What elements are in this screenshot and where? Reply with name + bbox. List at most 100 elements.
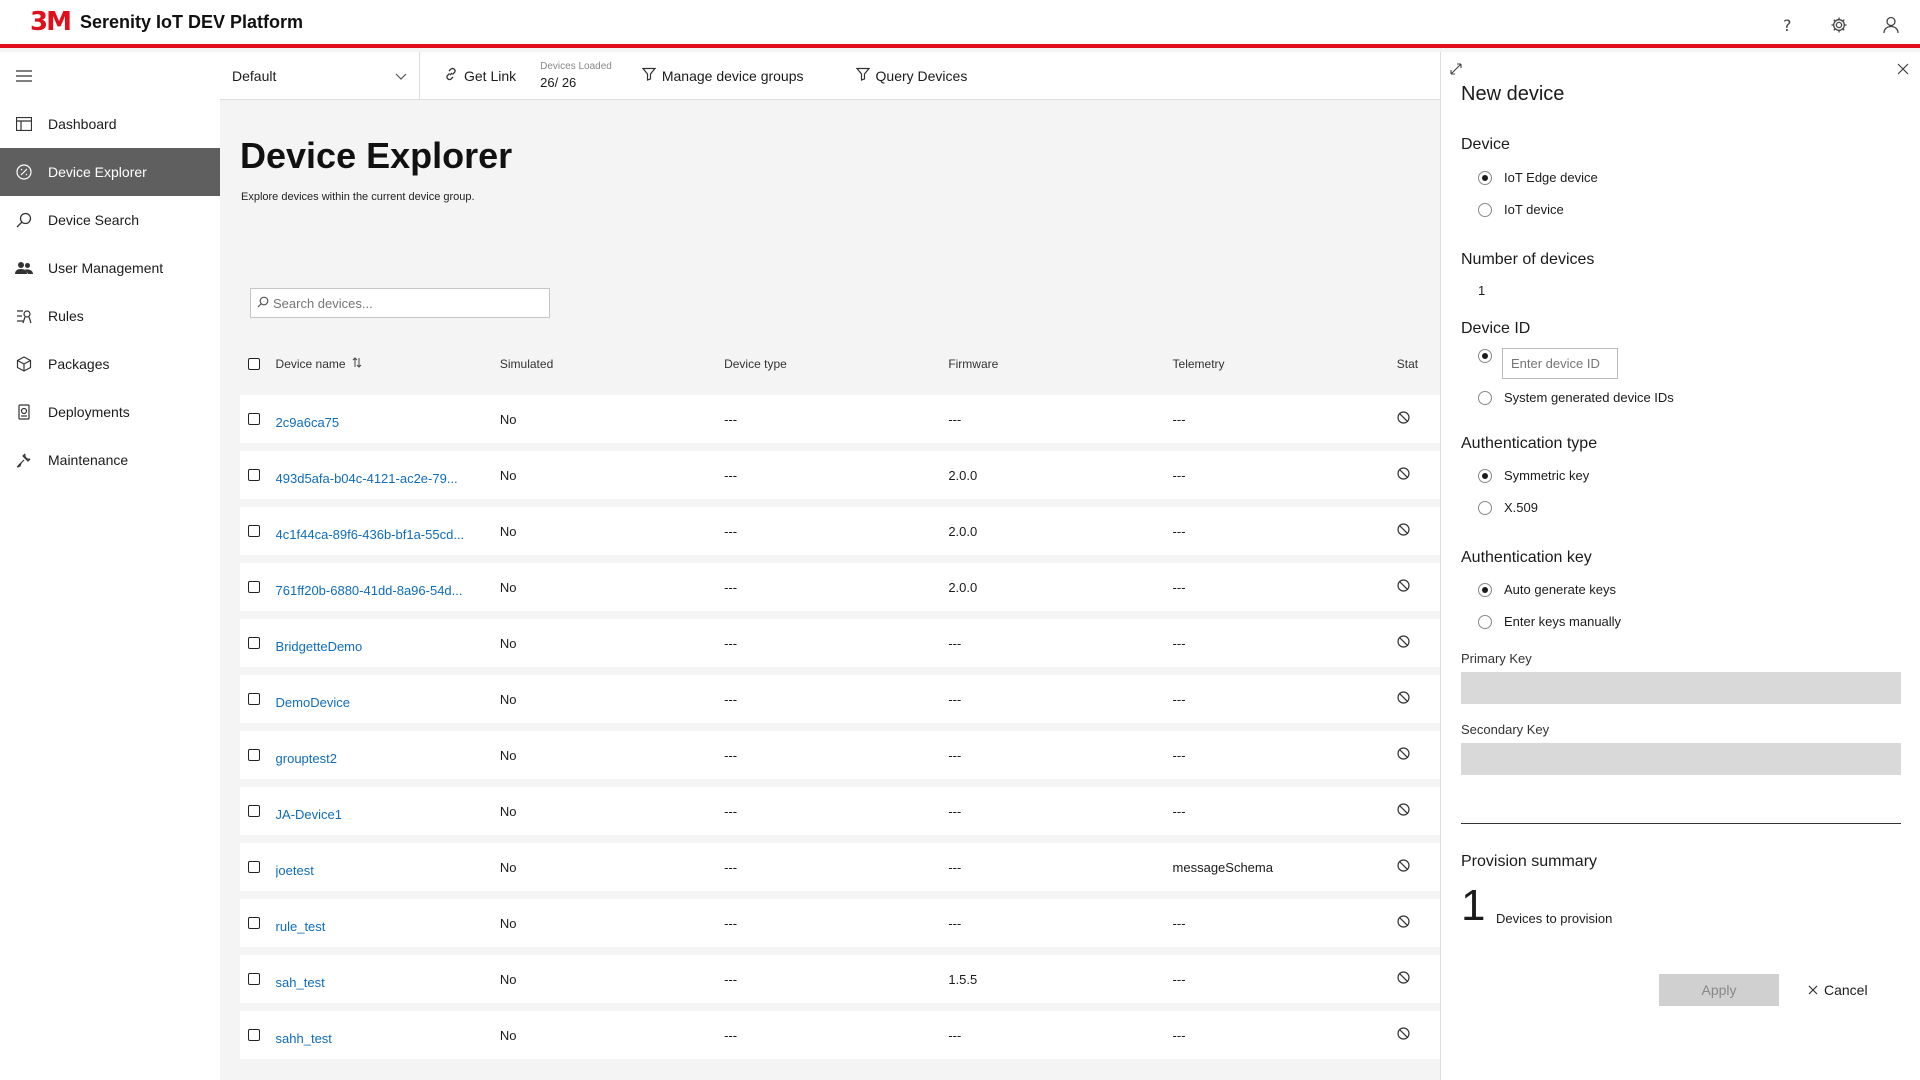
table-row[interactable]: joetest No --- --- messageSchema xyxy=(240,843,1440,891)
nav-item-device-search[interactable]: Device Search xyxy=(0,196,220,244)
device-name-link[interactable]: 4c1f44ca-89f6-436b-bf1a-55cd... xyxy=(276,527,500,542)
query-devices-button[interactable]: Query Devices xyxy=(855,67,967,84)
package-icon xyxy=(14,354,34,374)
row-checkbox[interactable] xyxy=(248,1029,260,1041)
table-row[interactable]: JA-Device1 No --- --- --- xyxy=(240,787,1440,835)
settings-icon[interactable] xyxy=(1824,10,1854,40)
device-section-label: Device xyxy=(1461,136,1510,153)
device-name-link[interactable]: joetest xyxy=(276,863,500,878)
devices-loaded: Devices Loaded 26/ 26 xyxy=(540,61,612,90)
menu-toggle-icon[interactable] xyxy=(0,52,220,100)
table-row[interactable]: 761ff20b-6880-41dd-8a96-54d... No --- 2.0.0… xyxy=(240,563,1440,611)
row-checkbox[interactable] xyxy=(248,861,260,873)
nav-item-dashboard[interactable]: Dashboard xyxy=(0,100,220,148)
app-title: Serenity IoT DEV Platform xyxy=(79,11,304,32)
nav-item-packages[interactable]: Packages xyxy=(0,340,220,388)
chevron-down-icon xyxy=(395,68,407,84)
table-row[interactable]: sah_test No --- 1.5.5 --- xyxy=(240,955,1440,1003)
radio-manual-device-id[interactable] xyxy=(1478,349,1504,363)
column-device-type[interactable]: Device type xyxy=(724,357,948,371)
device-name-link[interactable]: rule_test xyxy=(276,919,500,934)
device-name-link[interactable]: DemoDevice xyxy=(276,695,500,710)
table-row[interactable]: grouptest2 No --- --- --- xyxy=(240,731,1440,779)
apply-button[interactable]: Apply xyxy=(1659,974,1779,1006)
column-simulated[interactable]: Simulated xyxy=(500,357,724,371)
simulated-cell: No xyxy=(499,803,517,819)
device-id-input[interactable] xyxy=(1502,348,1618,379)
device-name-link[interactable]: 493d5afa-b04c-4121-ac2e-79... xyxy=(276,471,500,486)
status-offline-icon xyxy=(1397,915,1410,931)
device-name-link[interactable]: BridgetteDemo xyxy=(276,639,500,654)
device-name-link[interactable]: grouptest2 xyxy=(276,751,500,766)
secondary-key-label: Secondary Key xyxy=(1461,722,1550,737)
nav-item-maintenance[interactable]: Maintenance xyxy=(0,436,220,484)
manage-device-groups-button[interactable]: Manage device groups xyxy=(641,67,804,84)
telemetry-cell: --- xyxy=(1172,635,1186,651)
row-checkbox[interactable] xyxy=(248,637,260,649)
nav-item-rules[interactable]: Rules xyxy=(0,292,220,340)
radio-system-generated-ids[interactable]: System generated device IDs xyxy=(1478,390,1674,405)
search-input[interactable] xyxy=(273,295,543,311)
devices-loaded-value: 26/ 26 xyxy=(540,75,577,90)
radio-symmetric-key[interactable]: Symmetric key xyxy=(1478,468,1589,483)
help-icon[interactable]: ? xyxy=(1772,10,1802,40)
firmware-cell: --- xyxy=(948,747,962,763)
table-row[interactable]: sahh_test No --- --- --- xyxy=(240,1011,1440,1059)
device-type-cell: --- xyxy=(724,971,738,987)
table-row[interactable]: rule_test No --- --- --- xyxy=(240,899,1440,947)
get-link-button[interactable]: Get Link xyxy=(444,67,516,84)
device-type-cell: --- xyxy=(724,915,738,931)
simulated-cell: No xyxy=(499,691,517,707)
nav-label: User Management xyxy=(48,260,164,276)
radio-iot-device[interactable]: IoT device xyxy=(1478,202,1564,217)
column-telemetry[interactable]: Telemetry xyxy=(1173,357,1397,371)
firmware-cell: 1.5.5 xyxy=(948,971,978,987)
table-row[interactable]: 2c9a6ca75 No --- --- --- xyxy=(240,395,1440,443)
number-of-devices-input[interactable]: 1 xyxy=(1478,283,1485,298)
table-row[interactable]: 493d5afa-b04c-4121-ac2e-79... No --- 2.0.0 -… xyxy=(240,451,1440,499)
user-icon[interactable] xyxy=(1876,10,1906,40)
expand-icon[interactable] xyxy=(1449,62,1463,79)
column-device-name[interactable]: Device name xyxy=(276,357,500,371)
radio-x509[interactable]: X.509 xyxy=(1478,500,1538,515)
device-name-link[interactable]: sahh_test xyxy=(276,1031,500,1046)
page-description: Explore devices within the current devic… xyxy=(241,191,475,203)
row-checkbox[interactable] xyxy=(248,749,260,761)
row-checkbox[interactable] xyxy=(248,525,260,537)
row-checkbox[interactable] xyxy=(248,973,260,985)
table-row[interactable]: 4c1f44ca-89f6-436b-bf1a-55cd... No --- 2.0.… xyxy=(240,507,1440,555)
device-name-link[interactable]: sah_test xyxy=(276,975,500,990)
nav-item-device-explorer[interactable]: Device Explorer xyxy=(0,148,220,196)
device-name-link[interactable]: 2c9a6ca75 xyxy=(276,415,500,430)
column-firmware[interactable]: Firmware xyxy=(948,357,1172,371)
device-group-select[interactable]: Default xyxy=(220,51,420,100)
row-checkbox[interactable] xyxy=(248,917,260,929)
simulated-cell: No xyxy=(499,859,517,875)
select-all-checkbox[interactable] xyxy=(248,358,260,370)
radio-auto-generate-keys[interactable]: Auto generate keys xyxy=(1478,582,1616,597)
device-name-link[interactable]: JA-Device1 xyxy=(276,807,500,822)
radio-label: X.509 xyxy=(1504,500,1538,515)
table-row[interactable]: BridgetteDemo No --- --- --- xyxy=(240,619,1440,667)
radio-iot-edge-device[interactable]: IoT Edge device xyxy=(1478,170,1598,185)
device-name-link[interactable]: 761ff20b-6880-41dd-8a96-54d... xyxy=(276,583,500,598)
close-icon[interactable] xyxy=(1897,62,1909,78)
table-row[interactable]: DemoDevice No --- --- --- xyxy=(240,675,1440,723)
device-type-cell: --- xyxy=(724,467,738,483)
column-status[interactable]: Stat xyxy=(1397,357,1440,371)
row-checkbox[interactable] xyxy=(248,413,260,425)
telemetry-cell: --- xyxy=(1172,411,1186,427)
dashboard-icon xyxy=(14,114,34,134)
row-checkbox[interactable] xyxy=(248,469,260,481)
cancel-button[interactable]: Cancel xyxy=(1808,982,1868,998)
row-checkbox[interactable] xyxy=(248,693,260,705)
nav-item-user-management[interactable]: User Management xyxy=(0,244,220,292)
simulated-cell: No xyxy=(499,747,517,763)
radio-label: IoT Edge device xyxy=(1504,170,1598,185)
simulated-cell: No xyxy=(499,635,517,651)
nav-item-deployments[interactable]: Deployments xyxy=(0,388,220,436)
radio-enter-keys-manually[interactable]: Enter keys manually xyxy=(1478,614,1621,629)
status-offline-icon xyxy=(1397,467,1410,483)
row-checkbox[interactable] xyxy=(248,581,260,593)
row-checkbox[interactable] xyxy=(248,805,260,817)
